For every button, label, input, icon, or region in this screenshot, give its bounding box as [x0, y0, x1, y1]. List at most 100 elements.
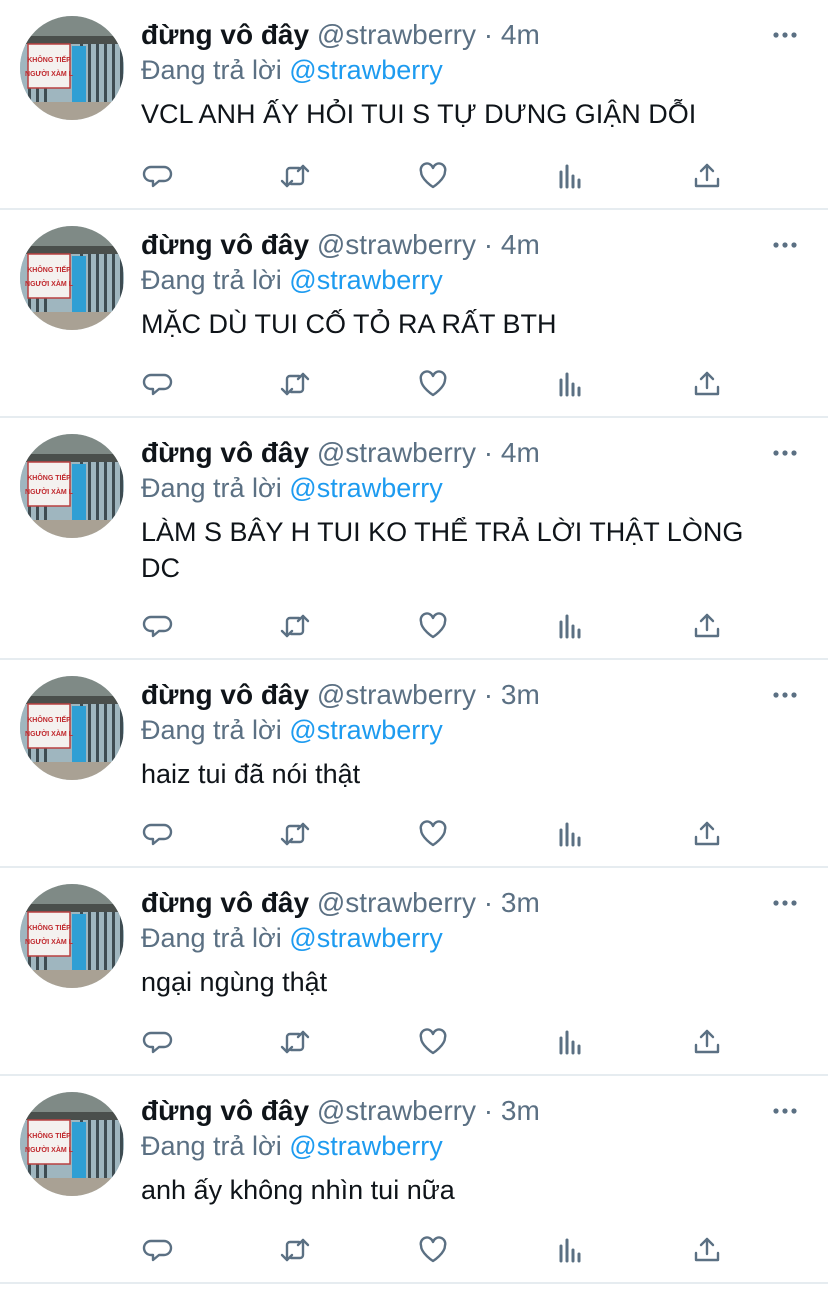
reply-icon[interactable] [138, 1022, 178, 1062]
user-handle[interactable]: @strawberry [317, 229, 476, 260]
retweet-icon[interactable] [275, 1230, 315, 1270]
more-icon[interactable] [772, 442, 798, 464]
more-icon[interactable] [772, 892, 798, 914]
tweet-header: đừng vô đây @strawberry · 4m [141, 227, 540, 263]
separator-dot: · [483, 679, 494, 710]
tweet-header: đừng vô đây @strawberry · 4m [141, 435, 540, 471]
reply-icon[interactable] [138, 1230, 178, 1270]
action-bar [0, 1230, 828, 1270]
analytics-icon[interactable] [550, 606, 590, 646]
tweet-text: haiz tui đã nói thật [141, 759, 361, 789]
analytics-icon[interactable] [550, 156, 590, 196]
display-name[interactable]: đừng vô đây [141, 1095, 309, 1126]
like-icon[interactable] [413, 814, 453, 854]
reply-prefix: Đang trả lời [141, 715, 282, 745]
more-icon[interactable] [772, 1100, 798, 1122]
reply-context: Đang trả lời @strawberry [141, 920, 443, 956]
avatar[interactable]: KHÔNG TIẾP NGƯỜI XÀM L [20, 434, 124, 538]
reply-icon[interactable] [138, 156, 178, 196]
separator-dot: · [483, 887, 494, 918]
reply-context: Đang trả lời @strawberry [141, 470, 443, 506]
reply-prefix: Đang trả lời [141, 473, 282, 503]
analytics-icon[interactable] [550, 364, 590, 404]
reply-icon[interactable] [138, 606, 178, 646]
user-handle[interactable]: @strawberry [317, 19, 476, 50]
tweet-header: đừng vô đây @strawberry · 4m [141, 17, 540, 53]
display-name[interactable]: đừng vô đây [141, 229, 309, 260]
share-icon[interactable] [687, 1022, 727, 1062]
more-icon[interactable] [772, 234, 798, 256]
svg-text:NGƯỜI XÀM L: NGƯỜI XÀM L [25, 279, 74, 288]
reply-context: Đang trả lời @strawberry [141, 712, 443, 748]
user-handle[interactable]: @strawberry [317, 887, 476, 918]
tweet-header: đừng vô đây @strawberry · 3m [141, 885, 540, 921]
retweet-icon[interactable] [275, 364, 315, 404]
reply-icon[interactable] [138, 814, 178, 854]
like-icon[interactable] [413, 606, 453, 646]
like-icon[interactable] [413, 1230, 453, 1270]
analytics-icon[interactable] [550, 1230, 590, 1270]
retweet-icon[interactable] [275, 814, 315, 854]
user-handle[interactable]: @strawberry [317, 1095, 476, 1126]
share-icon[interactable] [687, 606, 727, 646]
separator-dot: · [483, 437, 494, 468]
reply-context: Đang trả lời @strawberry [141, 1128, 443, 1164]
retweet-icon[interactable] [275, 1022, 315, 1062]
reply-context: Đang trả lời @strawberry [141, 52, 443, 88]
timestamp[interactable]: 3m [501, 887, 540, 918]
reply-mention-link[interactable]: @strawberry [289, 1131, 442, 1161]
more-icon[interactable] [772, 684, 798, 706]
svg-text:NGƯỜI XÀM L: NGƯỜI XÀM L [25, 1145, 74, 1154]
avatar[interactable]: KHÔNG TIẾP NGƯỜI XÀM L [20, 226, 124, 330]
avatar[interactable]: KHÔNG TIẾP NGƯỜI XÀM L [20, 884, 124, 988]
tweet[interactable]: KHÔNG TIẾP NGƯỜI XÀM L đừng vô đây @straw… [0, 868, 828, 1076]
like-icon[interactable] [413, 1022, 453, 1062]
svg-text:NGƯỜI XÀM L: NGƯỜI XÀM L [25, 69, 74, 78]
user-handle[interactable]: @strawberry [317, 437, 476, 468]
tweet-text: MẶC DÙ TUI CỐ TỎ RA RẤT BTH [141, 309, 557, 339]
display-name[interactable]: đừng vô đây [141, 887, 309, 918]
reply-icon[interactable] [138, 364, 178, 404]
timestamp[interactable]: 4m [501, 229, 540, 260]
action-bar [0, 814, 828, 854]
retweet-icon[interactable] [275, 156, 315, 196]
like-icon[interactable] [413, 364, 453, 404]
reply-mention-link[interactable]: @strawberry [289, 265, 442, 295]
tweet-header: đừng vô đây @strawberry · 3m [141, 1093, 540, 1129]
display-name[interactable]: đừng vô đây [141, 437, 309, 468]
tweet[interactable]: KHÔNG TIẾP NGƯỜI XÀM L đừng vô đây @straw… [0, 660, 828, 868]
display-name[interactable]: đừng vô đây [141, 679, 309, 710]
tweet[interactable]: KHÔNG TIẾP NGƯỜI XÀM L đừng vô đây @straw… [0, 210, 828, 418]
share-icon[interactable] [687, 814, 727, 854]
tweet[interactable]: KHÔNG TIẾP NGƯỜI XÀM L đừng vô đây @straw… [0, 0, 828, 210]
reply-context: Đang trả lời @strawberry [141, 262, 443, 298]
tweet[interactable]: KHÔNG TIẾP NGƯỜI XÀM L đừng vô đây @straw… [0, 418, 828, 660]
avatar[interactable]: KHÔNG TIẾP NGƯỜI XÀM L [20, 1092, 124, 1196]
separator-dot: · [483, 1095, 494, 1126]
avatar[interactable]: KHÔNG TIẾP NGƯỜI XÀM L [20, 16, 124, 120]
svg-text:NGƯỜI XÀM L: NGƯỜI XÀM L [25, 729, 74, 738]
share-icon[interactable] [687, 364, 727, 404]
share-icon[interactable] [687, 156, 727, 196]
tweet-text: VCL ANH ẤY HỎI TUI S TỰ DƯNG GIẬN DỖI [141, 99, 697, 129]
reply-mention-link[interactable]: @strawberry [289, 715, 442, 745]
tweet[interactable]: KHÔNG TIẾP NGƯỜI XÀM L đừng vô đây @straw… [0, 1076, 828, 1284]
like-icon[interactable] [413, 156, 453, 196]
user-handle[interactable]: @strawberry [317, 679, 476, 710]
tweet-header: đừng vô đây @strawberry · 3m [141, 677, 540, 713]
timestamp[interactable]: 3m [501, 679, 540, 710]
more-icon[interactable] [772, 24, 798, 46]
display-name[interactable]: đừng vô đây [141, 19, 309, 50]
timestamp[interactable]: 3m [501, 1095, 540, 1126]
timestamp[interactable]: 4m [501, 19, 540, 50]
avatar[interactable]: KHÔNG TIẾP NGƯỜI XÀM L [20, 676, 124, 780]
tweet-text: ngại ngùng thật [141, 967, 328, 997]
retweet-icon[interactable] [275, 606, 315, 646]
analytics-icon[interactable] [550, 1022, 590, 1062]
reply-mention-link[interactable]: @strawberry [289, 923, 442, 953]
reply-mention-link[interactable]: @strawberry [289, 55, 442, 85]
analytics-icon[interactable] [550, 814, 590, 854]
timestamp[interactable]: 4m [501, 437, 540, 468]
share-icon[interactable] [687, 1230, 727, 1270]
reply-mention-link[interactable]: @strawberry [289, 473, 442, 503]
